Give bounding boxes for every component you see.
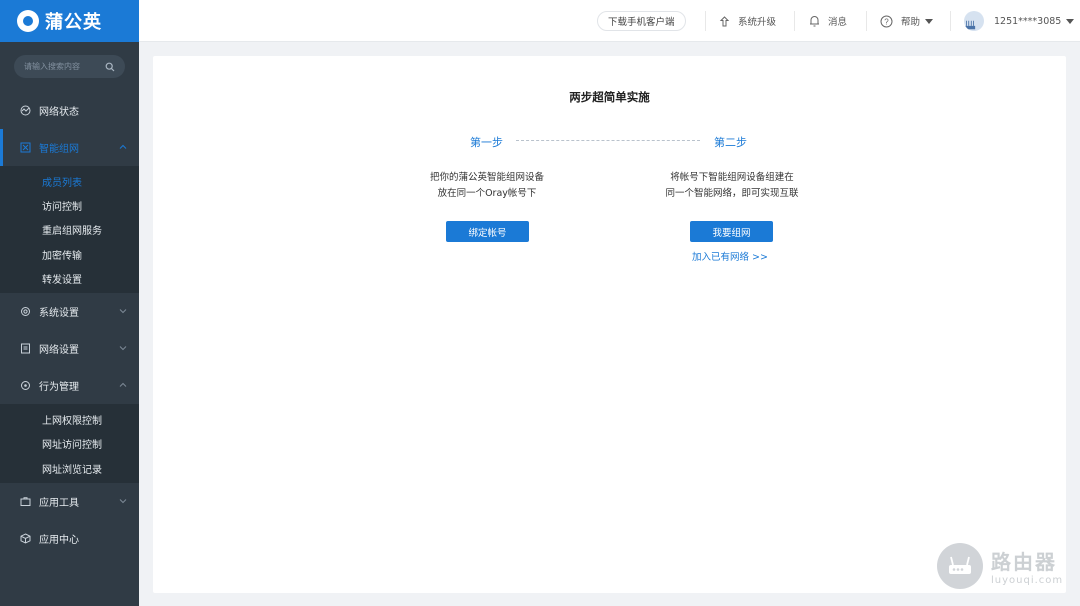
step1-desc-line2: 放在同一个Oray帐号下 (437, 188, 537, 199)
page-title: 两步超简单实施 (569, 90, 650, 104)
brand-logo-icon (17, 10, 39, 32)
sidebar-item-network-settings[interactable]: 网络设置 (0, 330, 139, 367)
chevron-down-icon (119, 499, 127, 504)
sidebar-item-behavior-management[interactable]: 行为管理 (0, 367, 139, 404)
user-name: 1251****3085 (994, 15, 1062, 27)
search-input[interactable]: 请输入搜索内容 (24, 61, 105, 72)
step2-description: 将帐号下智能组网设备组建在 同一个智能网络，即可实现互联 (632, 170, 832, 202)
sidebar-subitem-url-access-control[interactable]: 网址访问控制 (0, 432, 139, 456)
system-upgrade-button[interactable]: 系统升级 (719, 12, 776, 30)
messages-button[interactable]: 消息 (809, 12, 847, 30)
help-label: 帮助 (901, 17, 921, 28)
brand-header[interactable]: 蒲公英 (0, 0, 139, 42)
sidebar-item-app-tools[interactable]: 应用工具 (0, 483, 139, 520)
sidebar-item-system-settings[interactable]: 系统设置 (0, 293, 139, 330)
router-logo-icon (949, 556, 971, 574)
watermark: 路由器 luyouqi.com (937, 543, 1063, 589)
sidebar-item-label: 行为管理 (39, 382, 79, 394)
search-box[interactable]: 请输入搜索内容 (14, 55, 125, 78)
watermark-domain: luyouqi.com (991, 575, 1064, 586)
sidebar-item-label: 系统设置 (39, 308, 79, 320)
caret-down-icon (1066, 18, 1075, 24)
chevron-up-icon (119, 383, 127, 388)
system-upgrade-label: 系统升级 (738, 17, 777, 28)
watermark-name: 路由器 (991, 550, 1057, 574)
sidebar-item-app-center[interactable]: 应用中心 (0, 520, 139, 557)
gear-icon (21, 307, 30, 317)
divider (866, 11, 867, 31)
submenu-behavior-management: 上网权限控制 网址访问控制 网址浏览记录 (0, 404, 139, 484)
divider (794, 11, 795, 31)
step2-title: 第二步 (714, 136, 747, 149)
sidebar-item-smart-network[interactable]: 智能组网 (0, 129, 139, 166)
divider (705, 11, 706, 31)
sidebar-item-network-status[interactable]: 网络状态 (0, 92, 139, 129)
chevron-up-icon (119, 144, 127, 149)
document-icon (21, 343, 30, 354)
top-bar: 下载手机客户端 系统升级 消息 ? 帮助 1251****3085 (139, 0, 1080, 42)
bind-account-button[interactable]: 绑定帐号 (446, 221, 529, 242)
messages-label: 消息 (828, 17, 848, 28)
sidebar-item-label: 应用工具 (39, 498, 79, 510)
download-app-button[interactable]: 下载手机客户端 (597, 11, 686, 31)
main-card: 两步超简单实施 第一步 第二步 把你的蒲公英智能组网设备 放在同一个Oray帐号… (153, 56, 1066, 593)
divider (950, 11, 951, 31)
step-connector (516, 140, 700, 141)
sidebar-subitem-url-history[interactable]: 网址浏览记录 (0, 456, 139, 480)
behavior-icon (21, 381, 30, 391)
upgrade-icon (719, 15, 730, 26)
bell-icon (810, 16, 819, 27)
sidebar-subitem-access-control[interactable]: 访问控制 (0, 193, 139, 217)
chevron-down-icon (119, 309, 127, 314)
step2-desc-line1: 将帐号下智能组网设备组建在 (670, 172, 794, 183)
step1-desc-line1: 把你的蒲公英智能组网设备 (429, 172, 544, 183)
submenu-smart-network: 成员列表 访问控制 重启组网服务 加密传输 转发设置 (0, 166, 139, 294)
help-icon: ? (880, 15, 893, 27)
chevron-down-icon (119, 346, 127, 351)
sidebar-item-label: 网络状态 (39, 107, 79, 118)
user-menu[interactable]: 1251****3085 (964, 11, 1075, 31)
sidebar-subitem-internet-permission[interactable]: 上网权限控制 (0, 407, 139, 431)
step1-description: 把你的蒲公英智能组网设备 放在同一个Oray帐号下 (387, 170, 587, 202)
svg-text:?: ? (884, 17, 889, 26)
cube-icon (20, 533, 31, 544)
caret-down-icon (925, 18, 934, 24)
sidebar-menu: 网络状态 智能组网 成员列表 访问控制 重启组网服务 加密传输 转发设置 系统设… (0, 92, 139, 557)
network-status-icon (20, 105, 31, 116)
help-button[interactable]: ? 帮助 (880, 12, 934, 30)
network-icon (20, 142, 31, 153)
avatar (964, 11, 984, 31)
sidebar-subitem-encryption[interactable]: 加密传输 (0, 242, 139, 266)
sidebar-item-label: 智能组网 (39, 144, 79, 155)
sidebar: 蒲公英 请输入搜索内容 网络状态 智能组网 成员列表 访问控制 重启组网服务 加… (0, 0, 139, 606)
sidebar-item-label: 网络设置 (39, 345, 79, 357)
watermark-router-icon (937, 543, 983, 589)
create-network-button[interactable]: 我要组网 (690, 221, 773, 242)
sidebar-subitem-restart-service[interactable]: 重启组网服务 (0, 218, 139, 242)
search-icon[interactable] (105, 62, 115, 72)
router-icon (964, 20, 976, 30)
toolbox-icon (20, 497, 31, 507)
sidebar-subitem-members[interactable]: 成员列表 (0, 169, 139, 193)
sidebar-subitem-forwarding[interactable]: 转发设置 (0, 266, 139, 290)
step2-desc-line2: 同一个智能网络，即可实现互联 (665, 188, 799, 199)
step1-title: 第一步 (470, 136, 503, 149)
watermark-text: 路由器 luyouqi.com (991, 546, 1063, 586)
join-existing-network-link[interactable]: 加入已有网络 >> (680, 249, 780, 263)
sidebar-item-label: 应用中心 (39, 535, 79, 547)
brand-name: 蒲公英 (45, 12, 102, 33)
